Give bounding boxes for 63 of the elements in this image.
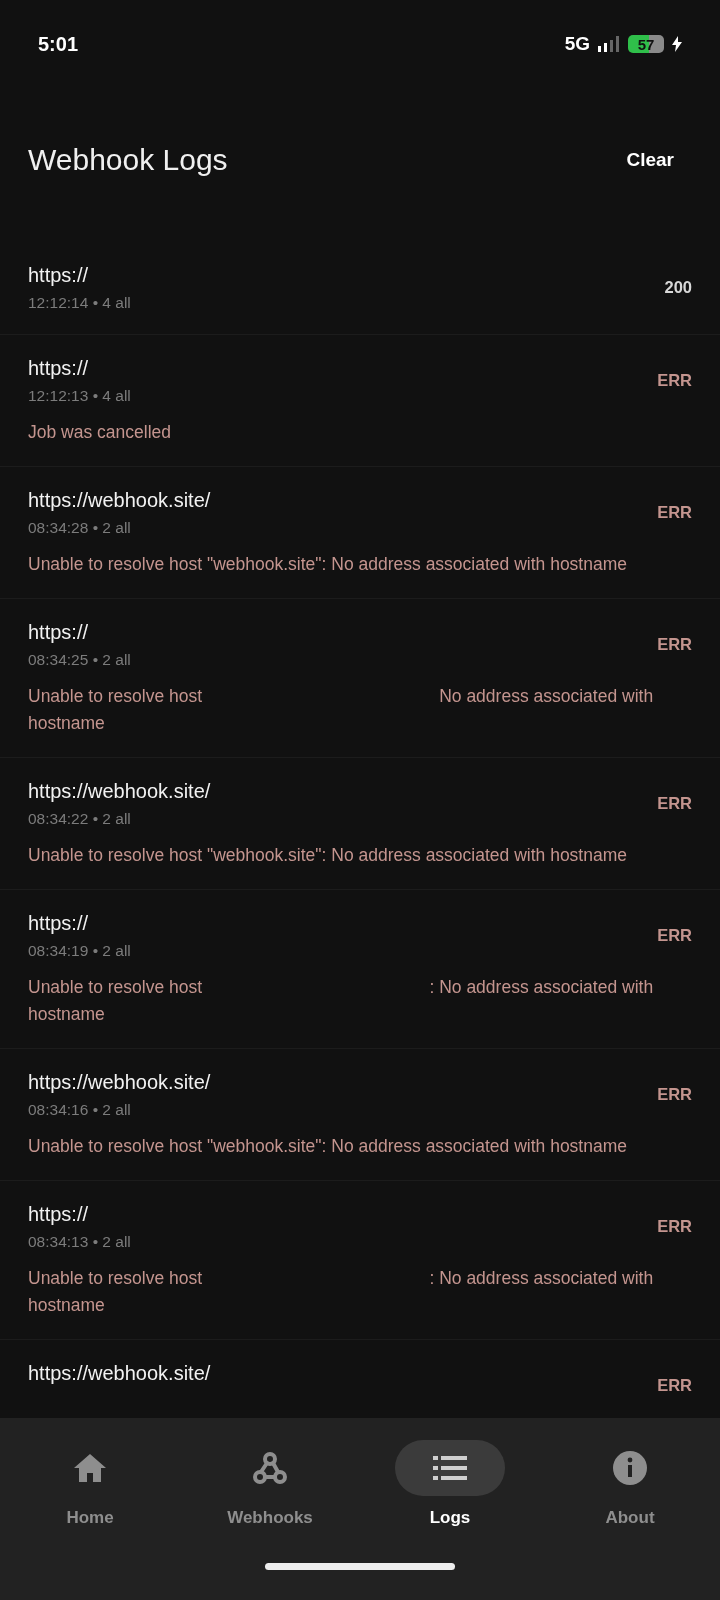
webhook-icon [252,1451,288,1485]
nav-tab[interactable]: Logs [360,1440,540,1528]
status-code: ERR [657,635,692,654]
status-code: ERR [657,1376,692,1395]
status-code: ERR [657,371,692,390]
log-url: https://webhook.site/ [28,488,212,513]
error-message: hostname [28,712,105,735]
signal-icon [598,36,620,52]
log-entry[interactable]: https://webhook.site/ ERR [0,1340,720,1403]
page-title: Webhook Logs [28,143,228,177]
log-url: https://webhook.site/ [28,1361,212,1386]
error-message: Job was cancelled [28,421,171,444]
log-entry[interactable]: https://webhook.site/ 08:34:28 • 2 all Unable to resolve host "webhook.site": No address associated with hostname ERR [0,467,720,599]
log-entry[interactable]: https:// 08:34:19 • 2 all Unable to resolve host : No address associated with hostname ERR [0,890,720,1049]
log-meta: 08:34:25 • 2 all [28,650,132,670]
nav-tab[interactable]: About [540,1440,720,1528]
nav-tab[interactable]: Home [0,1440,180,1528]
battery-level: 57 [628,35,664,53]
log-url: https:// [28,911,90,936]
nav-tab[interactable]: Webhooks [180,1440,360,1528]
status-time: 5:01 [38,32,79,56]
log-entry[interactable]: https:// 08:34:25 • 2 all Unable to resolve host No address associated with hostname ERR [0,599,720,758]
log-url: https:// [28,356,90,381]
status-code: ERR [657,1217,692,1236]
log-url: https://webhook.site/ [28,1070,212,1095]
log-meta: 08:34:16 • 2 all [28,1100,132,1120]
error-message: Unable to resolve host "webhook.site": No address associated with hostname [28,553,627,576]
log-entry[interactable]: https://webhook.site/ 08:34:16 • 2 all Unable to resolve host "webhook.site": No address associated with hostname ERR [0,1049,720,1181]
info-icon [612,1450,648,1486]
clear-button[interactable]: Clear [626,149,674,171]
log-url: https://webhook.site/ [28,779,212,804]
log-entry[interactable]: https://webhook.site/ 08:34:22 • 2 all Unable to resolve host "webhook.site": No address associated with hostname ERR [0,758,720,890]
log-url: https:// [28,620,90,645]
network-type: 5G [564,33,590,55]
error-message: hostname [28,1294,105,1317]
log-url: https:// [28,263,90,288]
log-meta: 08:34:19 • 2 all [28,941,132,961]
log-meta: 12:12:14 • 4 all [28,293,132,313]
error-message: Unable to resolve host [28,685,203,708]
error-message: No address associated with [439,685,654,708]
log-meta: 12:12:13 • 4 all [28,386,132,406]
status-code: ERR [657,1085,692,1104]
charging-icon [672,36,682,52]
error-message: Unable to resolve host [28,1267,203,1290]
status-code: ERR [657,503,692,522]
error-message: : No address associated with [429,976,654,999]
error-message: Unable to resolve host [28,976,203,999]
error-message: Unable to resolve host "webhook.site": No address associated with hostname [28,1135,627,1158]
log-meta: 08:34:22 • 2 all [28,809,132,829]
error-message: : No address associated with [429,1267,654,1290]
log-meta: 08:34:13 • 2 all [28,1232,132,1252]
error-message: hostname [28,1003,105,1026]
status-code: ERR [657,794,692,813]
status-code: 200 [664,278,692,297]
home-icon [73,1453,107,1483]
log-entry[interactable]: https:// 12:12:13 • 4 all Job was cancelled ERR [0,335,720,467]
status-code: ERR [657,926,692,945]
error-message: Unable to resolve host "webhook.site": No address associated with hostname [28,844,627,867]
list-icon [433,1455,467,1481]
log-entry[interactable]: https:// 08:34:13 • 2 all Unable to resolve host : No address associated with hostname ERR [0,1181,720,1340]
log-meta: 08:34:28 • 2 all [28,518,132,538]
log-url: https:// [28,1202,90,1227]
log-entry[interactable]: https:// 12:12:14 • 4 all 200 [0,242,720,335]
